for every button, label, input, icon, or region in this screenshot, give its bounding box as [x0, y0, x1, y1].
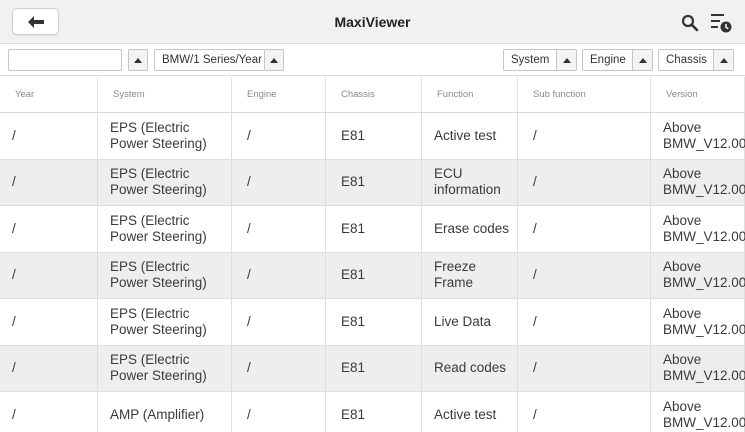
vehicle-select-dropdown[interactable]: [264, 49, 284, 71]
chevron-up-icon: [562, 57, 571, 63]
cell-sub-function: /: [518, 299, 651, 345]
cell-system: EPS (Electric Power Steering): [98, 159, 232, 205]
engine-select-dropdown[interactable]: [632, 50, 652, 70]
cell-version: Above BMW_V12.00: [651, 159, 745, 205]
cell-year: /: [0, 159, 98, 205]
engine-select-label: Engine: [590, 54, 626, 66]
app-title: MaxiViewer: [334, 14, 411, 30]
cell-sub-function: /: [518, 113, 651, 159]
engine-select[interactable]: Engine: [582, 49, 653, 71]
cell-year: /: [0, 345, 98, 391]
chassis-select[interactable]: Chassis: [658, 49, 734, 71]
cell-function: Active test: [422, 113, 518, 159]
system-select-label: System: [511, 54, 550, 66]
cell-engine: /: [232, 206, 326, 252]
column-header-version: Version: [651, 77, 745, 112]
cell-chassis: E81: [326, 159, 422, 205]
cell-version: Above BMW_V12.00: [651, 299, 745, 345]
cell-version: Above BMW_V12.00: [651, 113, 745, 159]
cell-year: /: [0, 252, 98, 298]
cell-year: /: [0, 299, 98, 345]
cell-year: /: [0, 113, 98, 159]
chevron-up-icon: [719, 57, 728, 63]
history-icon[interactable]: [709, 12, 733, 34]
cell-version: Above BMW_V12.00: [651, 392, 745, 432]
system-select[interactable]: System: [503, 49, 577, 71]
cell-system: EPS (Electric Power Steering): [98, 345, 232, 391]
cell-engine: /: [232, 392, 326, 432]
filter-input[interactable]: [8, 49, 122, 71]
cell-system: EPS (Electric Power Steering): [98, 113, 232, 159]
cell-chassis: E81: [326, 113, 422, 159]
cell-year: /: [0, 206, 98, 252]
cell-sub-function: /: [518, 252, 651, 298]
cell-function: Read codes: [422, 345, 518, 391]
top-bar: MaxiViewer: [0, 0, 745, 44]
table-body: / EPS (Electric Power Steering) / E81 Active…: [0, 113, 745, 432]
table-row[interactable]: / EPS (Electric Power Steering) / E81 Live D…: [0, 299, 745, 346]
cell-version: Above BMW_V12.00: [651, 252, 745, 298]
table-row[interactable]: / EPS (Electric Power Steering) / E81 Active…: [0, 113, 745, 160]
cell-system: EPS (Electric Power Steering): [98, 252, 232, 298]
chevron-up-icon: [134, 57, 142, 63]
cell-function: Erase codes: [422, 206, 518, 252]
vehicle-select-label: BMW/1 Series/Year: [162, 54, 262, 66]
chevron-up-icon: [638, 57, 647, 63]
cell-sub-function: /: [518, 206, 651, 252]
cell-chassis: E81: [326, 206, 422, 252]
table-row[interactable]: / EPS (Electric Power Steering) / E81 ECU in…: [0, 159, 745, 206]
column-header-engine: Engine: [232, 77, 326, 112]
column-header-system: System: [98, 77, 232, 112]
table-row[interactable]: / EPS (Electric Power Steering) / E81 Erase …: [0, 206, 745, 253]
cell-engine: /: [232, 113, 326, 159]
column-header-function: Function: [422, 77, 518, 112]
cell-function: Freeze Frame: [422, 252, 518, 298]
cell-engine: /: [232, 299, 326, 345]
results-table: Year System Engine Chassis Function Sub …: [0, 77, 745, 432]
chassis-select-dropdown[interactable]: [713, 50, 733, 70]
cell-chassis: E81: [326, 392, 422, 432]
cell-version: Above BMW_V12.00: [651, 206, 745, 252]
system-select-dropdown[interactable]: [556, 50, 576, 70]
search-icon[interactable]: [681, 14, 699, 32]
filter-input-dropdown[interactable]: [128, 49, 148, 71]
cell-sub-function: /: [518, 159, 651, 205]
vehicle-select[interactable]: BMW/1 Series/Year: [154, 49, 265, 71]
filter-bar: BMW/1 Series/Year System Engine Chassis: [0, 44, 745, 76]
cell-chassis: E81: [326, 299, 422, 345]
cell-sub-function: /: [518, 345, 651, 391]
cell-sub-function: /: [518, 392, 651, 432]
table-row[interactable]: / EPS (Electric Power Steering) / E81 Read c…: [0, 345, 745, 392]
cell-chassis: E81: [326, 345, 422, 391]
cell-function: ECU information: [422, 159, 518, 205]
cell-engine: /: [232, 345, 326, 391]
cell-function: Active test: [422, 392, 518, 432]
cell-system: EPS (Electric Power Steering): [98, 206, 232, 252]
column-header-sub-function: Sub function: [518, 77, 651, 112]
table-header: Year System Engine Chassis Function Sub …: [0, 77, 745, 113]
cell-engine: /: [232, 252, 326, 298]
cell-chassis: E81: [326, 252, 422, 298]
column-header-chassis: Chassis: [326, 77, 422, 112]
table-row[interactable]: / AMP (Amplifier) / E81 Active test / Above BM…: [0, 392, 745, 432]
table-row[interactable]: / EPS (Electric Power Steering) / E81 Freeze…: [0, 252, 745, 299]
chassis-select-label: Chassis: [666, 54, 707, 66]
cell-year: /: [0, 392, 98, 432]
cell-version: Above BMW_V12.00: [651, 345, 745, 391]
cell-system: AMP (Amplifier): [98, 392, 232, 432]
cell-engine: /: [232, 159, 326, 205]
column-header-year: Year: [0, 77, 98, 112]
cell-system: EPS (Electric Power Steering): [98, 299, 232, 345]
chevron-up-icon: [270, 57, 278, 63]
cell-function: Live Data: [422, 299, 518, 345]
